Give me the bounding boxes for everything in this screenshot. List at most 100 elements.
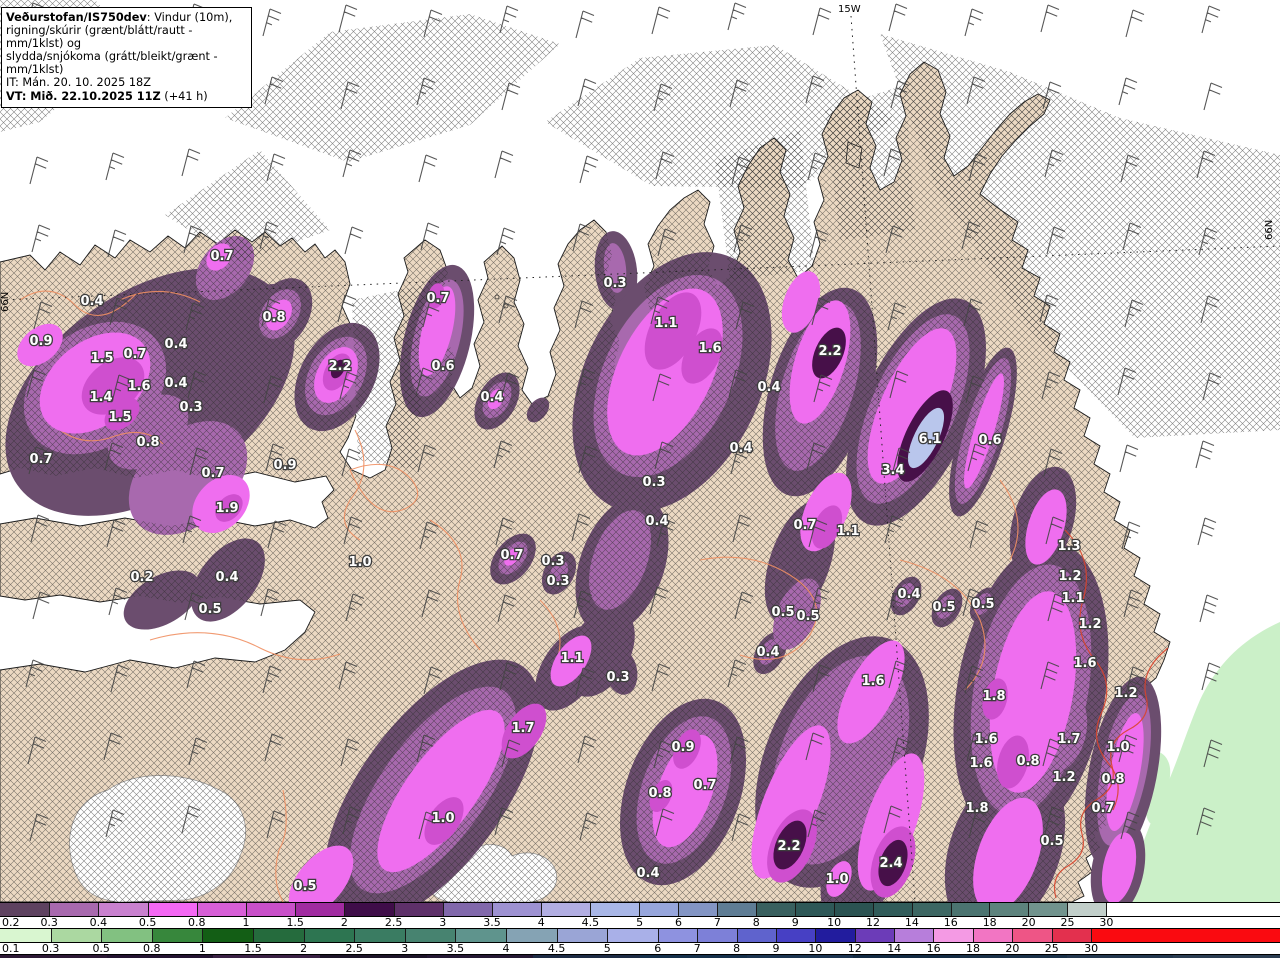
scale-tick-label: 16 (926, 942, 941, 955)
precip-value-label: 0.5 (932, 600, 955, 615)
precip-value-label: 0.4 (164, 376, 187, 391)
precip-value-label: 1.1 (560, 651, 583, 666)
scale-tick-label: 4 (537, 916, 545, 929)
precip-value-label: 1.0 (825, 872, 848, 887)
precip-value-label: 0.4 (80, 294, 103, 309)
scale-segment (101, 929, 152, 942)
scale-tick-label: 18 (966, 942, 980, 955)
scale-tick-label: 7 (693, 942, 701, 955)
weather-map: 15W 66N 66N 0.7 0.4 0.9 0.8 1.5 0.7 0.4 0.4 1.6 1.4 0… (0, 0, 1280, 902)
precip-value-label: 0.4 (636, 866, 659, 881)
scale-segment (491, 903, 542, 916)
precip-value-label: 0.7 (201, 466, 224, 481)
scale-segment (49, 903, 99, 916)
scale-segment (455, 929, 506, 942)
precip-value-label: 1.6 (698, 341, 721, 356)
scale-tick-label: 4 (502, 942, 510, 955)
scale-tick-label: 2 (340, 916, 348, 929)
precip-value-label: 1.5 (90, 351, 113, 366)
precip-value-label: 0.4 (215, 570, 238, 585)
scale-tick-label: 1.5 (244, 942, 262, 955)
scale-segment (950, 903, 990, 916)
scale-tick-label: 20 (1005, 942, 1020, 955)
scale-segment (756, 903, 795, 916)
meridian-label-15w: 15W (838, 4, 861, 15)
scale-segment (894, 929, 934, 942)
scale-segment (252, 929, 304, 942)
scale-segment (989, 903, 1029, 916)
rain-scale-labels: 0.1 0.3 0.5 0.8 1 1.5 2 2.5 3 3.5 4 4.5 5 6 7 8 9 10 12 14 1… (0, 942, 1280, 954)
precip-value-label: 1.5 (108, 410, 131, 425)
scale-tick-label: 3 (401, 942, 409, 955)
scale-tick-label: 3 (439, 916, 447, 929)
scale-tick-label: 0.4 (89, 916, 108, 929)
precip-value-label: 0.3 (606, 670, 629, 685)
scale-tick-label: 0.2 (2, 916, 20, 929)
parallel-label-66n-left: 66N (0, 292, 11, 312)
title-line-2: rigning/skúrir (grænt/blátt/rautt - mm/1… (6, 24, 193, 51)
precip-value-label: 0.3 (541, 554, 564, 569)
scale-segment (795, 903, 834, 916)
scale-segment (911, 903, 951, 916)
scale-tick-label: 0.3 (40, 916, 58, 929)
scale-segment (607, 929, 658, 942)
scale-tick-label: 10 (827, 916, 842, 929)
precip-value-label: 0.7 (793, 518, 816, 533)
precip-value-label: 1.6 (127, 379, 150, 394)
precip-value-label: 0.9 (29, 334, 52, 349)
scale-tick-label: 1 (242, 916, 250, 929)
scale-segment (245, 903, 296, 916)
scale-tick-label: 30 (1084, 942, 1099, 955)
precip-value-label: 0.9 (273, 458, 296, 473)
precip-value-label: 0.3 (546, 574, 569, 589)
precip-value-label: 0.7 (1091, 801, 1114, 816)
precip-value-label: 0.5 (293, 879, 316, 894)
precip-value-label: 0.5 (971, 597, 994, 612)
precip-value-label: 1.1 (836, 524, 859, 539)
scale-tick-label: 8 (733, 942, 741, 955)
scale-segment (393, 903, 443, 916)
precip-value-label: 0.4 (757, 380, 780, 395)
scale-tick-label: 0.5 (92, 942, 110, 955)
scale-segment (344, 903, 394, 916)
precip-value-label: 3.4 (881, 463, 904, 478)
scale-tick-label: 0.1 (2, 942, 20, 955)
precip-value-label: 1.0 (1106, 740, 1129, 755)
precip-value-label: 0.8 (262, 310, 285, 325)
scale-tick-label: 0.3 (41, 942, 60, 955)
scale-segment (854, 929, 895, 942)
scale-segment (697, 929, 737, 942)
scale-tick-label: 0.5 (138, 916, 157, 929)
precip-value-label: 1.2 (1114, 686, 1137, 701)
scale-tick-label: 10 (808, 942, 823, 955)
scale-tick-label: 7 (713, 916, 721, 929)
map-canvas: 15W 66N 66N 0.7 0.4 0.9 0.8 1.5 0.7 0.4 0.4 1.6 1.4 0… (0, 0, 1280, 902)
sleet-snow-scale-bar (0, 902, 1280, 916)
scale-tick-label: 0.8 (188, 916, 206, 929)
scale-segment (404, 929, 456, 942)
scale-tick-label: 25 (1060, 916, 1075, 929)
scale-tick-label: 16 (943, 916, 958, 929)
precip-value-label: 2.4 (879, 856, 902, 871)
parallel-label-66n-right: 66N (1264, 220, 1275, 240)
scale-segment (541, 903, 591, 916)
precip-value-label: 1.0 (348, 555, 371, 570)
precip-value-label: 1.2 (1078, 617, 1101, 632)
scale-segment (639, 903, 679, 916)
scale-tick-label: 3.5 (446, 942, 465, 955)
scale-segment (151, 929, 203, 942)
scale-segment (98, 903, 148, 916)
scale-segment (50, 929, 102, 942)
scale-segment (1067, 903, 1107, 916)
sleet-snow-scale-labels: 0.2 0.3 0.4 0.5 0.8 1 1.5 2 2.5 3 3.5 4 4.5 5 6 7 8 9 10 12… (0, 916, 1280, 928)
precip-value-label: 1.8 (982, 689, 1005, 704)
precip-value-label: 2.2 (328, 359, 351, 374)
precip-value-label: 0.3 (179, 400, 202, 415)
scale-segment (0, 903, 50, 916)
scale-tick-label: 1.5 (286, 916, 304, 929)
scale-tick-label: 9 (791, 916, 799, 929)
precip-value-label: 0.7 (500, 548, 523, 563)
scale-tick-label: 2.5 (345, 942, 363, 955)
precip-value-label: 1.4 (89, 390, 112, 405)
scale-segment (1012, 929, 1052, 942)
